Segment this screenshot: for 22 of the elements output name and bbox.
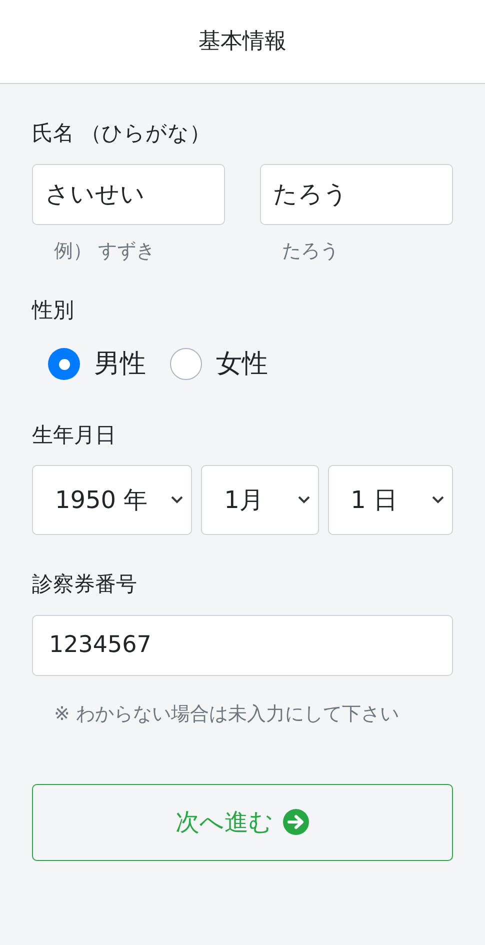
radio-label: 女性 <box>216 348 268 380</box>
field-label: 生年月日 <box>32 422 117 448</box>
radio-button[interactable] <box>48 348 80 380</box>
hint-text: たろう <box>282 238 340 264</box>
text-field[interactable]: さいせい <box>32 164 225 224</box>
chevron-icon <box>432 496 444 504</box>
page-title: 基本情報 <box>198 28 286 56</box>
note-text: ※ わからない場合は未入力にして下さい <box>53 702 400 726</box>
radio-label: 男性 <box>94 348 146 380</box>
dropdown-select[interactable]: 1950 年 <box>32 465 192 535</box>
radio-button[interactable] <box>170 348 202 380</box>
field-label: 性別 <box>32 297 75 324</box>
chevron-icon <box>298 496 310 504</box>
dropdown-select[interactable]: 1 日 <box>328 465 453 535</box>
hint-text: 例） すずき <box>54 238 156 264</box>
arrow-right-circle-icon <box>282 808 310 836</box>
dropdown-select[interactable]: 1月 <box>201 465 319 535</box>
field-label: 診察券番号 <box>32 571 138 598</box>
text-field[interactable]: たろう <box>260 164 453 224</box>
text-field[interactable]: 1234567 <box>32 614 453 676</box>
chevron-icon <box>171 496 184 504</box>
field-label: 氏名 （ひらがな） <box>32 120 212 147</box>
